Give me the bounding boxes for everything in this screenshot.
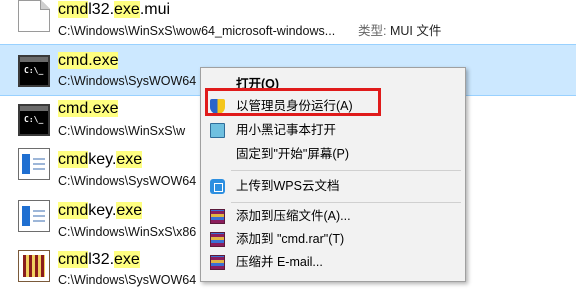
file-path: C:\Windows\WinSxS\x86 — [58, 225, 197, 239]
notepad-icon — [210, 123, 225, 138]
file-path: C:\Windows\SysWOW64 — [58, 174, 197, 188]
file-name: cmdkey.exe — [58, 202, 143, 219]
file-name: cmdl32.exe.mui — [58, 1, 171, 18]
menu-separator — [231, 170, 461, 171]
file-row[interactable]: cmdl32.exe.mui C:\Windows\WinSxS\wow64_m… — [0, 0, 576, 46]
file-name: cmd.exe — [58, 52, 119, 69]
cmdkey-icon — [18, 200, 50, 232]
menu-item-upload-wps[interactable]: 上传到WPS云文档 — [201, 174, 465, 198]
menu-item-compress-email[interactable]: 压缩并 E-mail... — [201, 250, 465, 274]
winrar-icon — [210, 255, 225, 270]
file-type: 类型: MUI 文件 — [358, 24, 442, 38]
command-prompt-icon: C:\_ — [18, 55, 50, 87]
menu-item-add-archive[interactable]: 添加到压缩文件(A)... — [201, 204, 465, 228]
file-name: cmdl32.exe — [58, 251, 140, 268]
menu-item-pin-start[interactable]: 固定到"开始"屏幕(P) — [201, 142, 465, 166]
file-name: cmd.exe — [58, 100, 119, 117]
menu-separator — [231, 202, 461, 203]
winrar-icon — [210, 232, 225, 247]
document-icon — [18, 0, 50, 32]
file-path: C:\Windows\WinSxS\wow64_microsoft-window… — [58, 24, 336, 38]
winrar-icon — [210, 209, 225, 224]
menu-item-open-notepad[interactable]: 用小黑记事本打开 — [201, 118, 465, 142]
menu-item-add-rar[interactable]: 添加到 "cmd.rar"(T) — [201, 227, 465, 251]
highlight-annotation — [205, 88, 381, 116]
file-path: C:\Windows\SysWOW64 — [58, 74, 197, 88]
file-path: C:\Windows\WinSxS\w — [58, 124, 186, 138]
file-path: C:\Windows\SysWOW64 — [58, 273, 197, 287]
command-prompt-icon: C:\_ — [18, 104, 50, 136]
cmdkey-icon — [18, 148, 50, 180]
library-icon — [18, 250, 50, 282]
wps-cloud-icon — [210, 179, 225, 194]
file-name: cmdkey.exe — [58, 151, 143, 168]
